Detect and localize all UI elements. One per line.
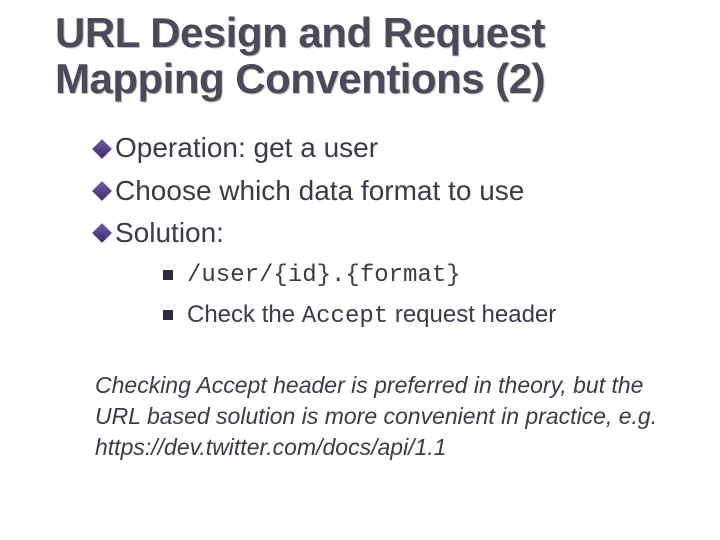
text-prefix: Check the bbox=[187, 301, 302, 328]
bullet-text: Solution: bbox=[115, 215, 224, 251]
code-text: Accept bbox=[302, 303, 388, 330]
diamond-bullet-icon bbox=[92, 223, 112, 243]
sub-bullet-item: /user/{id}.{format} bbox=[163, 260, 690, 291]
diamond-bullet-icon bbox=[92, 139, 112, 159]
sub-bullet-text: Check the Accept request header bbox=[187, 299, 556, 332]
bullet-item: Operation: get a user bbox=[95, 130, 690, 166]
code-text: /user/{id}.{format} bbox=[187, 260, 461, 291]
bullet-text: Choose which data format to use bbox=[115, 173, 524, 209]
slide: URL Design and Request Mapping Conventio… bbox=[0, 0, 720, 540]
footer-note: Checking Accept header is preferred in t… bbox=[95, 370, 690, 463]
bullet-text: Operation: get a user bbox=[115, 130, 378, 166]
diamond-bullet-icon bbox=[92, 181, 112, 201]
bullet-item: Choose which data format to use bbox=[95, 173, 690, 209]
slide-title: URL Design and Request Mapping Conventio… bbox=[55, 10, 690, 102]
sub-bullet-item: Check the Accept request header bbox=[163, 299, 690, 332]
text-suffix: request header bbox=[388, 301, 556, 328]
bullet-item: Solution: bbox=[95, 215, 690, 251]
square-bullet-icon bbox=[163, 270, 173, 280]
square-bullet-icon bbox=[163, 310, 173, 320]
